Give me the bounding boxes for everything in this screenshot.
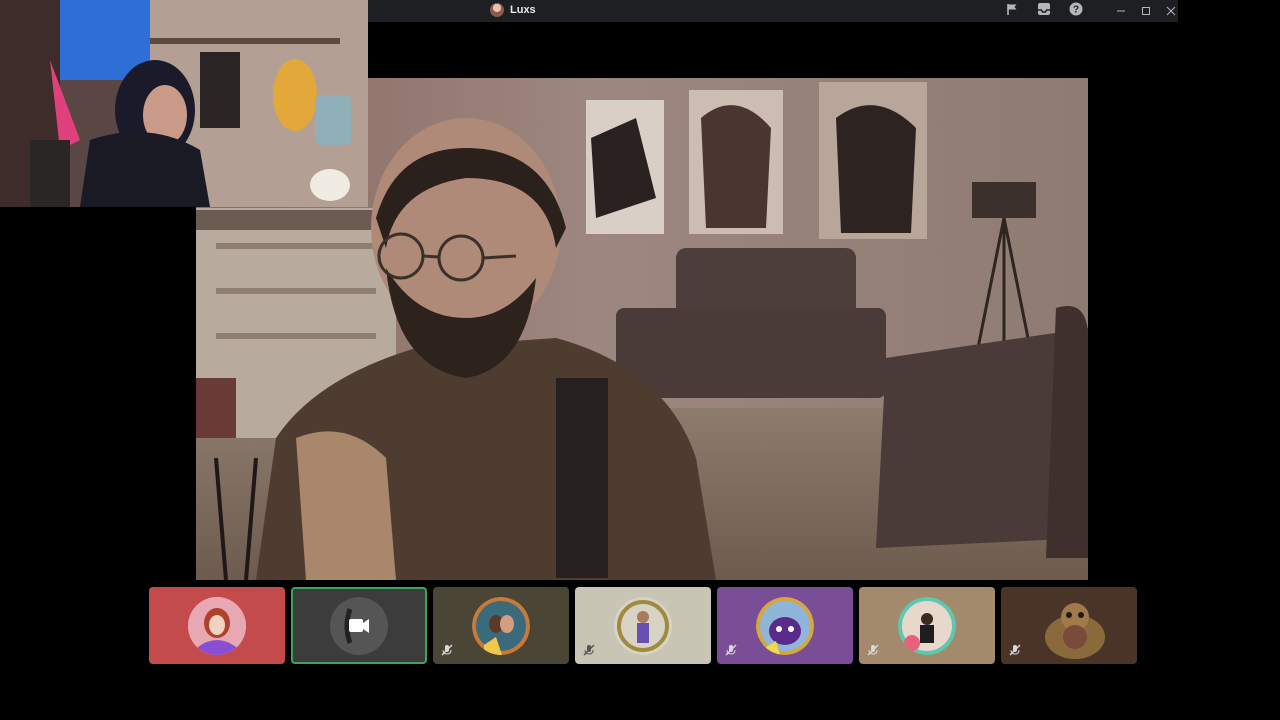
window-title: Luxs (490, 3, 536, 17)
window-title-text: Luxs (510, 4, 536, 16)
title-avatar (490, 3, 504, 17)
participant-tile-selected[interactable] (291, 587, 427, 664)
svg-text:?: ? (1073, 5, 1079, 16)
participant-avatar (614, 596, 672, 655)
participant-avatar (1040, 597, 1105, 659)
participant-tile[interactable] (149, 587, 285, 664)
muted-mic-icon (581, 642, 597, 658)
participant-tile[interactable] (717, 587, 853, 664)
participant-strip (149, 587, 1137, 664)
participant-tile[interactable] (575, 587, 711, 664)
participant-tile[interactable] (433, 587, 569, 664)
minimize-icon[interactable] (1108, 0, 1133, 22)
muted-mic-icon (439, 642, 455, 658)
muted-mic-icon (1007, 642, 1023, 658)
flag-icon[interactable] (1005, 2, 1019, 16)
muted-mic-icon (723, 642, 739, 658)
help-icon[interactable]: ? (1069, 2, 1083, 16)
participant-avatar (188, 596, 246, 655)
participant-avatar (330, 596, 388, 655)
inbox-icon[interactable] (1037, 2, 1051, 16)
close-icon[interactable] (1158, 0, 1183, 22)
maximize-icon[interactable] (1133, 0, 1158, 22)
self-view-scene (0, 0, 368, 207)
participant-avatar (756, 596, 814, 655)
participant-tile[interactable] (859, 587, 995, 664)
participant-avatar (472, 596, 530, 655)
participant-avatar (898, 596, 956, 655)
participant-tile[interactable] (1001, 587, 1137, 664)
self-view-video[interactable] (0, 0, 368, 207)
muted-mic-icon (865, 642, 881, 658)
